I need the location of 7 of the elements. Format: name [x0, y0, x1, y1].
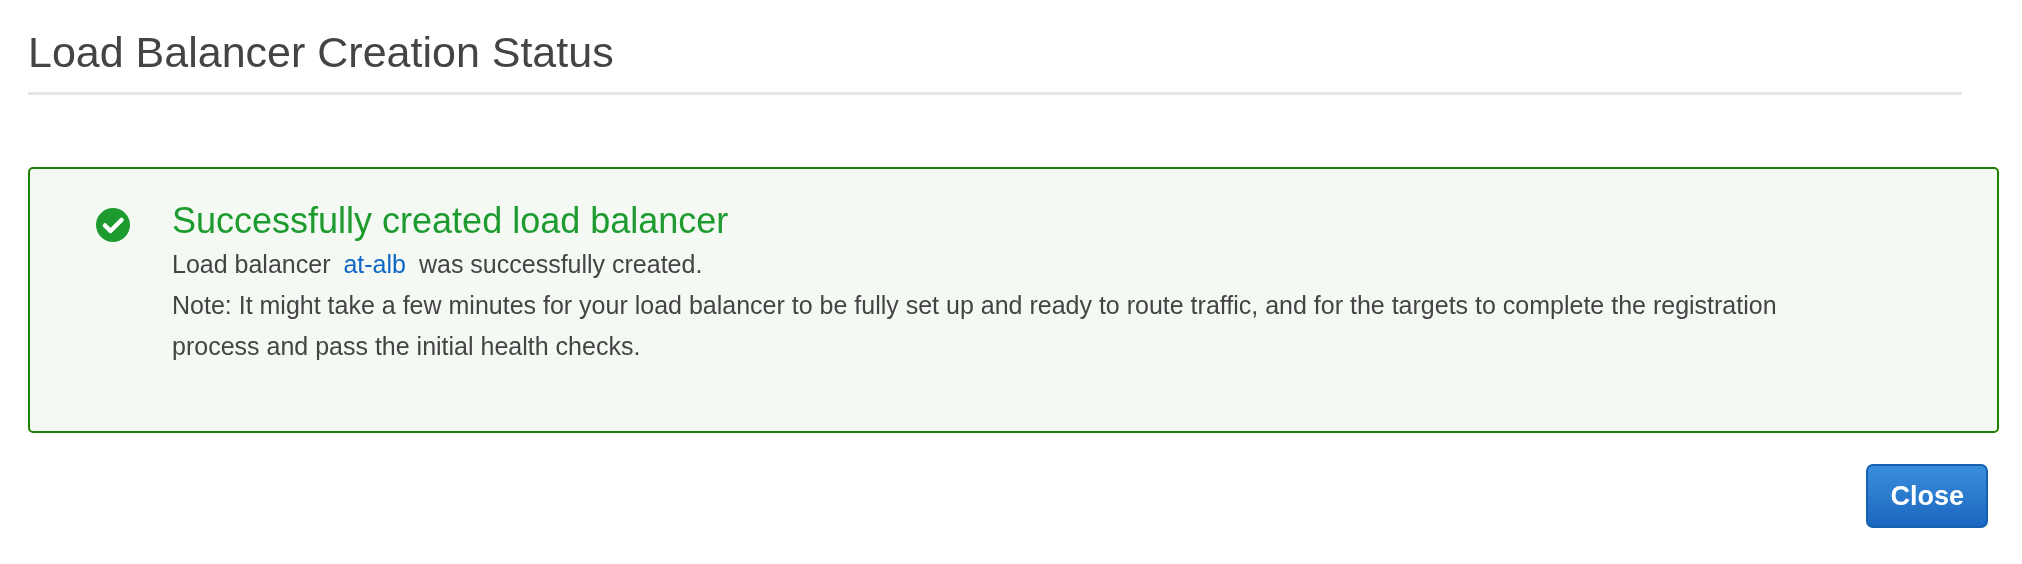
success-message: Load balancer at-alb was successfully created. — [172, 249, 704, 280]
load-balancer-link[interactable]: at-alb — [337, 250, 412, 278]
close-button[interactable]: Close — [1866, 464, 1988, 528]
note-text: Note: It might take a few minutes for your load balancer to be fully set up and ready to route traffic, and for the targets to complete the registration process and pass the initial health checks. — [172, 290, 1778, 362]
alert-heading: Successfully created load balancer — [172, 200, 730, 242]
check-circle-icon — [96, 208, 130, 242]
page-title: Load Balancer Creation Status — [28, 22, 1962, 95]
